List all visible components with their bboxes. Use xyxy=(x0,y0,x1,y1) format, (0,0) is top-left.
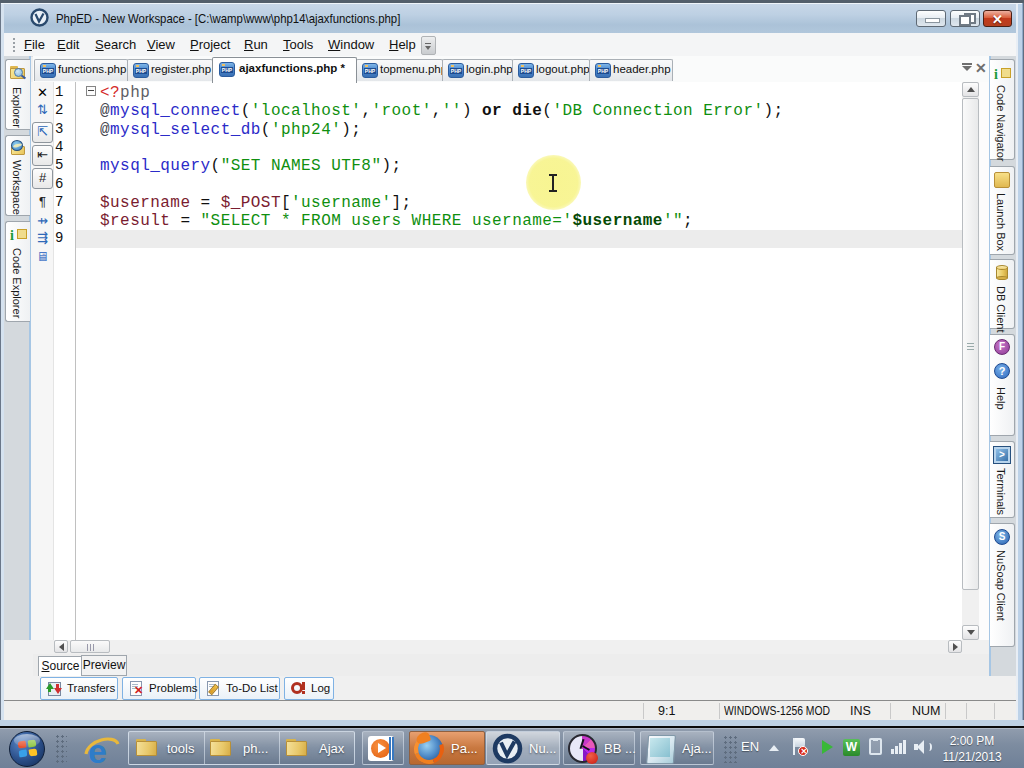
svg-text:e: e xyxy=(88,732,107,768)
